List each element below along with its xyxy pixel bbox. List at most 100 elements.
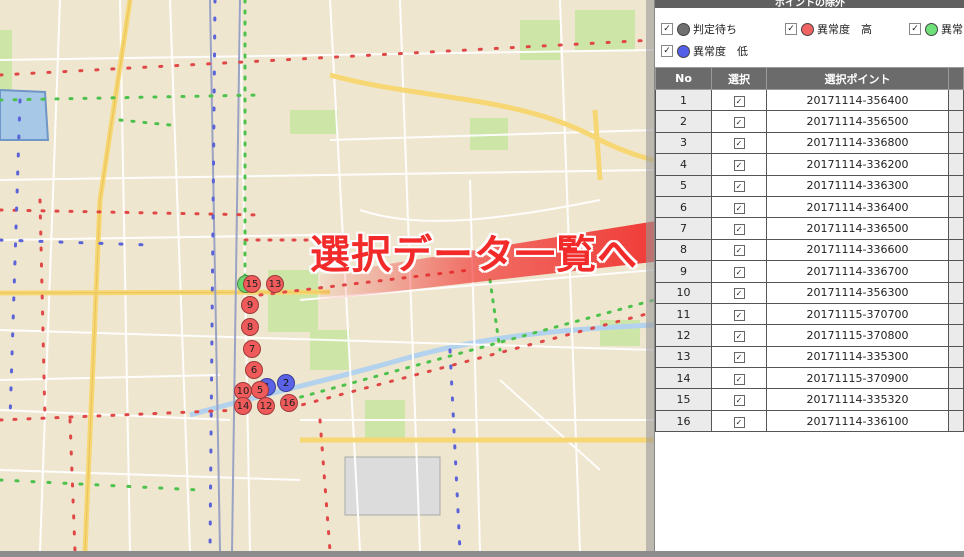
checkbox-anomaly-high[interactable]: ✓ xyxy=(785,23,797,35)
table-row[interactable]: 9 ✓ 20171114-336700 xyxy=(655,260,964,283)
table-row[interactable]: 13 ✓ 20171114-335300 xyxy=(655,345,964,369)
check-icon[interactable]: ✓ xyxy=(733,309,745,321)
table-row[interactable]: 4 ✓ 20171114-336200 xyxy=(655,153,964,176)
legend-pending[interactable]: ✓ 判定待ち xyxy=(661,22,737,38)
row-select-checkbox[interactable]: ✓ xyxy=(711,409,767,433)
row-no: 12 xyxy=(655,324,712,347)
row-select-checkbox[interactable]: ✓ xyxy=(711,153,767,176)
row-extra xyxy=(948,110,964,133)
checkbox-pending[interactable]: ✓ xyxy=(661,23,673,35)
row-no: 6 xyxy=(655,195,712,219)
selected-points-table: No 選択 選択ポイント 1 ✓ 20171114-356400 2 ✓ 20171114… xyxy=(655,67,964,433)
row-select-checkbox[interactable]: ✓ xyxy=(711,238,767,262)
row-no: 16 xyxy=(655,409,712,433)
row-select-checkbox[interactable]: ✓ xyxy=(711,174,767,197)
table-row[interactable]: 3 ✓ 20171114-336800 xyxy=(655,131,964,155)
legend-anomaly-high[interactable]: ✓ 異常度 高 xyxy=(785,22,872,38)
row-point: 20171114-336300 xyxy=(766,174,949,197)
map-marker-14[interactable]: 14 xyxy=(234,397,252,415)
row-no: 5 xyxy=(655,174,712,197)
row-select-checkbox[interactable]: ✓ xyxy=(711,367,767,390)
legend-anomaly-mid[interactable]: ✓ 異常 xyxy=(909,22,963,38)
row-select-checkbox[interactable]: ✓ xyxy=(711,260,767,283)
row-select-checkbox[interactable]: ✓ xyxy=(711,110,767,133)
col-select-header: 選択 xyxy=(711,67,767,90)
legend-anomaly-high-label: 異常度 高 xyxy=(817,23,872,36)
row-no: 4 xyxy=(655,153,712,176)
map-marker-12[interactable]: 12 xyxy=(257,397,275,415)
table-row[interactable]: 5 ✓ 20171114-336300 xyxy=(655,174,964,197)
table-row[interactable]: 6 ✓ 20171114-336400 xyxy=(655,195,964,219)
check-icon[interactable]: ✓ xyxy=(733,202,745,214)
row-point: 20171114-336500 xyxy=(766,217,949,240)
check-icon[interactable]: ✓ xyxy=(733,95,745,107)
row-select-checkbox[interactable]: ✓ xyxy=(711,302,767,326)
row-extra xyxy=(948,281,964,304)
row-no: 7 xyxy=(655,217,712,240)
table-row[interactable]: 8 ✓ 20171114-336600 xyxy=(655,238,964,262)
row-point: 20171114-336700 xyxy=(766,260,949,283)
row-select-checkbox[interactable]: ✓ xyxy=(711,345,767,369)
check-icon[interactable]: ✓ xyxy=(733,181,745,193)
table-row[interactable]: 12 ✓ 20171115-370800 xyxy=(655,324,964,347)
table-row[interactable]: 11 ✓ 20171115-370700 xyxy=(655,302,964,326)
row-extra xyxy=(948,195,964,219)
map-marker-9[interactable]: 9 xyxy=(241,296,259,314)
map-marker-2[interactable]: 2 xyxy=(277,374,295,392)
table-row[interactable]: 14 ✓ 20171115-370900 xyxy=(655,367,964,390)
table-row[interactable]: 7 ✓ 20171114-336500 xyxy=(655,217,964,240)
row-select-checkbox[interactable]: ✓ xyxy=(711,195,767,219)
map-marker-8[interactable]: 8 xyxy=(241,318,259,336)
check-icon[interactable]: ✓ xyxy=(733,117,745,129)
check-icon[interactable]: ✓ xyxy=(733,416,745,428)
row-no: 8 xyxy=(655,238,712,262)
row-select-checkbox[interactable]: ✓ xyxy=(711,324,767,347)
map-marker-7[interactable]: 7 xyxy=(243,340,261,358)
anomaly-low-dot-icon xyxy=(677,44,690,58)
bottom-shadow xyxy=(0,551,964,557)
check-icon[interactable]: ✓ xyxy=(733,288,745,300)
check-icon[interactable]: ✓ xyxy=(733,138,745,150)
check-icon[interactable]: ✓ xyxy=(733,245,745,257)
row-extra xyxy=(948,131,964,155)
row-select-checkbox[interactable]: ✓ xyxy=(711,217,767,240)
row-point: 20171114-336400 xyxy=(766,195,949,219)
row-no: 1 xyxy=(655,88,712,112)
table-row[interactable]: 16 ✓ 20171114-336100 xyxy=(655,409,964,433)
check-icon[interactable]: ✓ xyxy=(733,395,745,407)
map-marker-16[interactable]: 16 xyxy=(280,394,298,412)
map-marker-15[interactable]: 15 xyxy=(243,275,261,293)
row-select-checkbox[interactable]: ✓ xyxy=(711,281,767,304)
row-select-checkbox[interactable]: ✓ xyxy=(711,131,767,155)
row-extra xyxy=(948,345,964,369)
map-marker-6[interactable]: 6 xyxy=(245,361,263,379)
map-view[interactable]: 15 13 9 8 7 6 1 2 10 5 14 12 16 選択データ一覧へ xyxy=(0,0,654,551)
check-icon[interactable]: ✓ xyxy=(733,330,745,342)
row-select-checkbox[interactable]: ✓ xyxy=(711,88,767,112)
row-select-checkbox[interactable]: ✓ xyxy=(711,388,767,411)
checkbox-anomaly-low[interactable]: ✓ xyxy=(661,45,673,57)
row-point: 20171114-335300 xyxy=(766,345,949,369)
check-icon[interactable]: ✓ xyxy=(733,373,745,385)
legend-anomaly-low-label: 異常度 低 xyxy=(693,45,748,58)
table-row[interactable]: 15 ✓ 20171114-335320 xyxy=(655,388,964,411)
row-point: 20171114-336200 xyxy=(766,153,949,176)
legend-anomaly-mid-label: 異常 xyxy=(941,23,963,36)
row-point: 20171114-356400 xyxy=(766,88,949,112)
table-row[interactable]: 2 ✓ 20171114-356500 xyxy=(655,110,964,133)
check-icon[interactable]: ✓ xyxy=(733,224,745,236)
check-icon[interactable]: ✓ xyxy=(733,159,745,171)
map-marker-13[interactable]: 13 xyxy=(266,275,284,293)
row-point: 20171114-336100 xyxy=(766,409,949,433)
legend-anomaly-low[interactable]: ✓ 異常度 低 xyxy=(661,44,748,60)
panel-header: ポイントの除外 xyxy=(655,0,964,8)
check-icon[interactable]: ✓ xyxy=(733,352,745,364)
anomaly-mid-dot-icon xyxy=(925,22,938,36)
row-point: 20171115-370900 xyxy=(766,367,949,390)
row-no: 13 xyxy=(655,345,712,369)
table-row[interactable]: 10 ✓ 20171114-356300 xyxy=(655,281,964,304)
col-no-header: No xyxy=(655,67,712,90)
check-icon[interactable]: ✓ xyxy=(733,266,745,278)
table-row[interactable]: 1 ✓ 20171114-356400 xyxy=(655,88,964,112)
checkbox-anomaly-mid[interactable]: ✓ xyxy=(909,23,921,35)
